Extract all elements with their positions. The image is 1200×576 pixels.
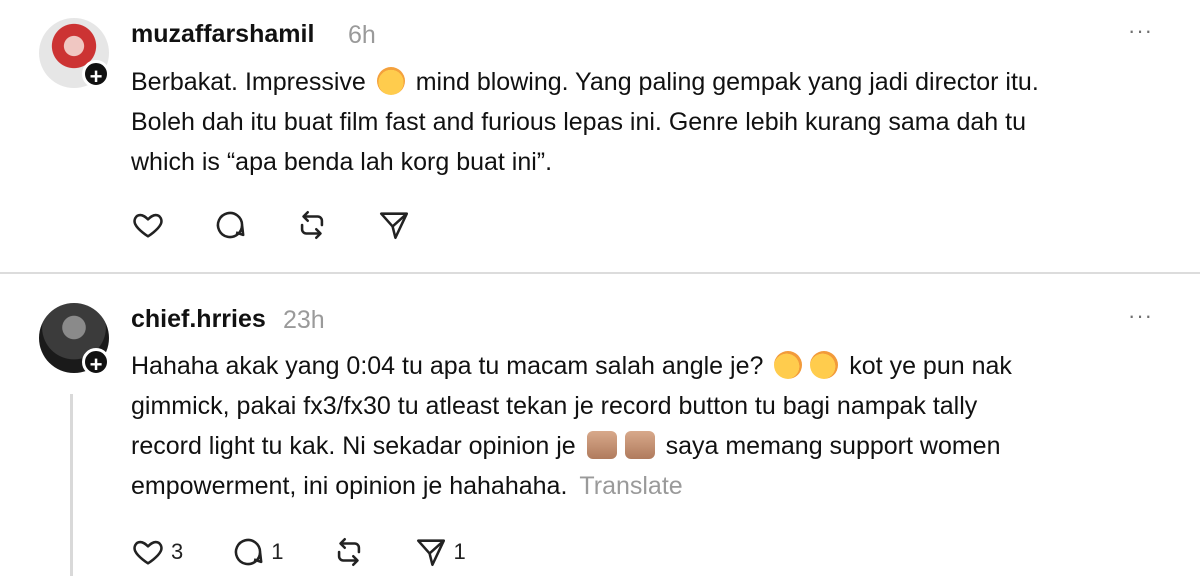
more-options-icon[interactable]: ··· xyxy=(1128,303,1153,329)
post-time: 6h xyxy=(348,21,376,49)
exploding-head-emoji-icon xyxy=(376,67,405,95)
like-button[interactable] xyxy=(131,208,165,242)
repost-button[interactable] xyxy=(332,535,366,569)
grinning-sweat-emoji-icon xyxy=(810,351,839,379)
thread-post: + muzaffarshamil 6h ··· Berbakat. Impres… xyxy=(0,0,1200,272)
heart-icon xyxy=(133,540,163,565)
reply-button[interactable] xyxy=(213,208,247,242)
post-text: Hahaha akak yang 0:04 tu apa tu macam sa… xyxy=(131,346,1181,506)
text-line: Berbakat. Impressive mind blowing. Yang … xyxy=(131,67,1039,96)
post-actions xyxy=(131,208,459,242)
more-options-icon[interactable]: ··· xyxy=(1128,18,1153,44)
follow-plus-icon[interactable]: + xyxy=(82,60,110,89)
text-line: record light tu kak. Ni sekadar opinion … xyxy=(131,431,1001,460)
username[interactable]: chief.hrries xyxy=(131,305,266,334)
raising-hands-emoji-icon xyxy=(624,431,655,459)
text-line: Hahaha akak yang 0:04 tu apa tu macam sa… xyxy=(131,351,1012,380)
send-icon xyxy=(416,539,445,567)
post-time: 23h xyxy=(283,306,325,334)
post-actions: 3 1 1 xyxy=(131,535,514,569)
comment-icon xyxy=(235,538,263,566)
text-line: Boleh dah itu buat film fast and furious… xyxy=(131,108,1026,136)
reply-button[interactable]: 1 xyxy=(231,535,284,569)
repost-button[interactable] xyxy=(295,208,329,242)
heart-icon xyxy=(133,213,163,238)
post-divider xyxy=(0,272,1200,274)
share-button[interactable]: 1 xyxy=(414,535,466,569)
send-icon xyxy=(379,212,409,240)
translate-link[interactable]: Translate xyxy=(579,472,682,500)
raising-hands-emoji-icon xyxy=(586,431,617,459)
reply-count: 1 xyxy=(271,539,284,564)
text-line: empowerment, ini opinion je hahahaha. Tra… xyxy=(131,472,683,500)
thread-post: + chief.hrries 23h ··· Hahaha akak yang … xyxy=(0,275,1200,576)
share-button[interactable] xyxy=(377,208,411,242)
text-line: which is “apa benda lah korg buat ini”. xyxy=(131,148,553,176)
repost-icon xyxy=(300,210,324,240)
follow-plus-icon[interactable]: + xyxy=(82,348,110,377)
thread-connector-line xyxy=(70,394,73,576)
repost-icon xyxy=(337,537,360,567)
text-line: gimmick, pakai fx3/fx30 tu atleast tekan… xyxy=(131,392,978,420)
like-button[interactable]: 3 xyxy=(131,535,183,569)
username[interactable]: muzaffarshamil xyxy=(131,20,314,49)
like-count: 3 xyxy=(171,539,184,564)
share-count: 1 xyxy=(453,539,466,564)
post-text: Berbakat. Impressive mind blowing. Yang … xyxy=(131,62,1181,182)
grinning-sweat-emoji-icon xyxy=(774,351,803,379)
comment-icon xyxy=(216,211,245,239)
